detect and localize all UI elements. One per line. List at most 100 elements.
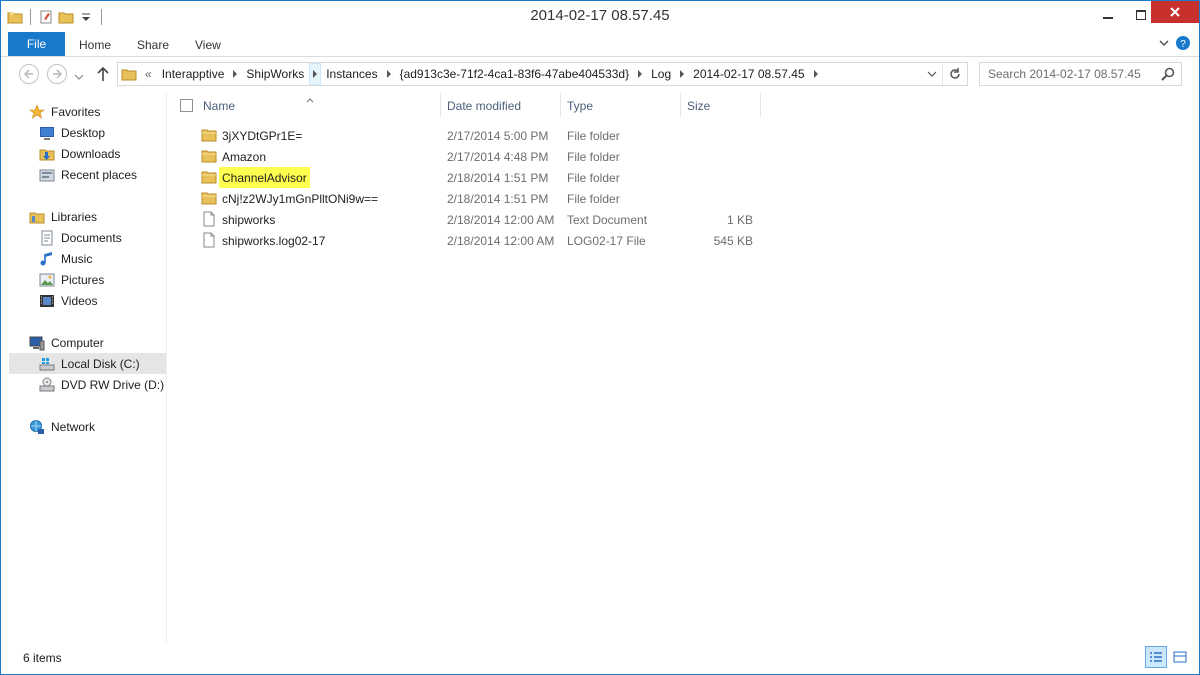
column-divider[interactable] <box>560 93 561 117</box>
file-date-modified: 2/18/2014 12:00 AM <box>447 234 555 248</box>
breadcrumb-separator-icon[interactable] <box>676 63 688 85</box>
file-type: LOG02-17 File <box>567 234 646 248</box>
downloads-icon <box>39 146 55 162</box>
nav-label: Recent places <box>61 167 138 182</box>
file-type: File folder <box>567 129 620 143</box>
chevron-down-icon <box>927 71 936 77</box>
nav-label: Documents <box>61 230 122 245</box>
file-row[interactable]: shipworks 2/18/2014 12:00 AM Text Document… <box>198 209 768 230</box>
file-row[interactable]: Amazon 2/17/2014 4:48 PM File folder <box>198 146 768 167</box>
nav-item-videos[interactable]: Videos <box>39 290 97 311</box>
minimize-icon <box>1103 17 1113 19</box>
help-icon[interactable]: ? <box>1175 35 1191 54</box>
file-type: File folder <box>567 150 620 164</box>
nav-network[interactable]: Network <box>29 416 95 437</box>
breadcrumb-current-folder[interactable]: 2014-02-17 08.57.45 <box>688 63 809 85</box>
star-icon <box>29 103 45 120</box>
forward-arrow-icon <box>53 69 63 79</box>
forward-button[interactable] <box>47 64 67 84</box>
sort-ascending-icon <box>306 92 314 106</box>
file-date-modified: 2/18/2014 1:51 PM <box>447 171 549 185</box>
nav-item-local-disk[interactable]: Local Disk (C:) <box>9 353 166 374</box>
nav-label: Downloads <box>61 146 121 161</box>
search-icon[interactable] <box>1161 67 1175 84</box>
address-history-button[interactable] <box>921 63 943 85</box>
details-view-button[interactable] <box>1145 646 1167 668</box>
address-bar[interactable]: « Interapptive ShipWorks Instances {ad91… <box>117 62 968 86</box>
nav-item-dvd-drive[interactable]: DVD RW Drive (D:) W <box>39 374 166 395</box>
nav-label: Local Disk (C:) <box>61 356 140 371</box>
nav-item-desktop[interactable]: Desktop <box>39 122 105 143</box>
tab-home[interactable]: Home <box>79 38 111 52</box>
navigation-bar: « Interapptive ShipWorks Instances {ad91… <box>1 58 1199 91</box>
document-icon <box>201 232 217 248</box>
column-header-size[interactable]: Size <box>687 99 710 113</box>
search-box[interactable] <box>979 62 1182 86</box>
recent-locations-button[interactable] <box>74 70 84 84</box>
file-row[interactable]: shipworks.log02-17 2/18/2014 12:00 AM LOG0… <box>198 230 768 251</box>
breadcrumb-instances[interactable]: Instances <box>321 63 382 85</box>
large-icons-view-button[interactable] <box>1169 646 1191 668</box>
refresh-button[interactable] <box>943 63 967 85</box>
column-divider[interactable] <box>760 93 761 117</box>
videos-icon <box>39 293 55 309</box>
breadcrumb-instance-guid[interactable]: {ad913c3e-71f2-4ca1-83f6-47abe404533d} <box>395 63 635 85</box>
tab-view[interactable]: View <box>195 38 221 52</box>
file-row[interactable]: 3jXYDtGPr1E= 2/17/2014 5:00 PM File folder <box>198 125 768 146</box>
column-header-name[interactable]: Name <box>203 99 235 113</box>
search-input[interactable] <box>980 67 1155 81</box>
file-row[interactable]: cNj!z2WJy1mGnPlltONi9w== 2/18/2014 1:51 P… <box>198 188 768 209</box>
file-type: Text Document <box>567 213 648 227</box>
nav-item-documents[interactable]: Documents <box>39 227 122 248</box>
folder-icon <box>201 190 217 206</box>
breadcrumb-overflow[interactable]: « <box>140 63 157 85</box>
minimize-button[interactable] <box>1091 1 1125 29</box>
breadcrumb-interapptive[interactable]: Interapptive <box>157 63 230 85</box>
back-button[interactable] <box>19 64 39 84</box>
ribbon-controls: ? <box>1157 35 1191 54</box>
breadcrumb-separator-icon[interactable] <box>383 63 395 85</box>
nav-item-pictures[interactable]: Pictures <box>39 269 104 290</box>
file-name: Amazon <box>222 150 267 164</box>
navigation-pane: Favorites Desktop Downloads Recent place… <box>1 93 167 643</box>
breadcrumb-shipworks[interactable]: ShipWorks <box>241 63 309 85</box>
dvd-drive-icon <box>39 377 55 393</box>
nav-item-recent-places[interactable]: Recent places <box>39 164 137 185</box>
window-title: 2014-02-17 08.57.45 <box>530 7 670 24</box>
breadcrumb-separator-icon[interactable] <box>229 63 241 85</box>
nav-item-downloads[interactable]: Downloads <box>39 143 120 164</box>
breadcrumb-separator-icon[interactable] <box>634 63 646 85</box>
breadcrumb-separator-icon[interactable] <box>309 63 322 85</box>
svg-text:?: ? <box>1180 39 1186 50</box>
tab-share[interactable]: Share <box>137 38 169 52</box>
large-icons-view-icon <box>1173 651 1187 663</box>
nav-computer[interactable]: Computer <box>29 332 104 353</box>
breadcrumb-separator-icon[interactable] <box>810 63 822 85</box>
up-button[interactable] <box>96 66 110 85</box>
file-row[interactable]: ChannelAdvisor 2/18/2014 1:51 PM File fold… <box>198 167 768 188</box>
tab-file[interactable]: File <box>8 32 65 56</box>
nav-item-music[interactable]: Music <box>39 248 92 269</box>
close-button[interactable] <box>1151 1 1199 23</box>
explorer-window: 2014-02-17 08.57.45 File Home Share View… <box>0 0 1200 675</box>
file-name: shipworks <box>222 213 276 227</box>
file-type: File folder <box>567 192 620 206</box>
recent-places-icon <box>39 167 55 183</box>
expand-ribbon-icon[interactable] <box>1157 36 1171 53</box>
libraries-icon <box>29 209 45 225</box>
nav-label: Music <box>61 251 93 266</box>
folder-icon <box>201 169 217 185</box>
nav-libraries[interactable]: Libraries <box>29 206 97 227</box>
select-all-checkbox[interactable] <box>180 99 193 112</box>
column-header-type[interactable]: Type <box>567 99 593 113</box>
column-header-date[interactable]: Date modified <box>447 99 521 113</box>
file-name: 3jXYDtGPr1E= <box>222 129 303 143</box>
nav-label: Computer <box>51 335 104 350</box>
breadcrumb-log[interactable]: Log <box>646 63 676 85</box>
file-list: Name Date modified Type Size 3jXYDtGPr1E… <box>168 93 1199 643</box>
nav-favorites[interactable]: Favorites <box>29 101 100 122</box>
column-divider[interactable] <box>680 93 681 117</box>
column-divider[interactable] <box>440 93 441 117</box>
drive-windows-icon <box>39 356 55 372</box>
status-bar: 6 items <box>1 643 1199 674</box>
